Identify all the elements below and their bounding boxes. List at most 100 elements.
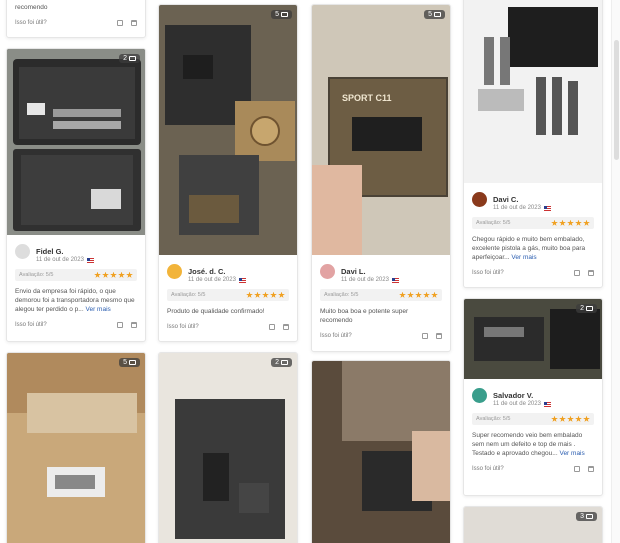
review-photo[interactable]: 5 [7,353,145,543]
review-text: Envio da empresa foi rápido, o que demor… [15,288,135,313]
safe-box-photo [159,5,297,255]
image-icon [129,56,136,61]
review-photo[interactable] [464,0,602,183]
reviewer-name: Salvador V. [493,390,534,400]
review-text: Chegou rápido e muito bem embalado, exce… [472,236,586,261]
helpful-label: Isso foi útil? [15,322,47,328]
photo-count-badge: 2 [271,358,292,367]
star-icon [559,415,566,422]
review-text: Super recomendo veio bem embalado sem ne… [472,432,585,457]
thumbs-up-icon[interactable] [117,20,123,26]
shooting-photo [312,361,450,543]
star-icon [567,415,574,422]
review-photo[interactable]: 3 [464,507,602,543]
star-icon [431,291,438,298]
review-date: 11 de out de 2023 [36,257,84,263]
star-icon [102,271,109,278]
avatar [15,243,30,259]
review-card-last[interactable]: 3 [463,506,603,543]
thumbs-down-icon[interactable] [131,20,137,26]
reviewer-name: José. d. C. [188,266,226,276]
helpful-label: Isso foi útil? [15,20,47,26]
rating-stars [551,219,590,227]
thumbs-down-icon[interactable] [588,270,594,276]
helpful-label: Isso foi útil? [320,333,352,339]
thumbs-down-icon[interactable] [436,333,442,339]
rating-label: Avaliação: 5/5 [19,272,54,278]
star-icon [415,291,422,298]
thumbs-up-icon[interactable] [269,324,275,330]
star-icon [567,219,574,226]
rating-bar: Avaliação: 5/5 [15,269,137,281]
flag-icon [86,257,94,263]
review-card-salvador[interactable]: 2 Salvador V. 11 de out de 2023 Avaliaçã… [463,298,603,496]
rating-label: Avaliação: 5/5 [324,292,359,298]
review-card-davi-l[interactable]: SPORT C11 5 Davi L. 11 de out de 2023 Av… [311,4,451,352]
review-card-shoot[interactable] [311,360,451,543]
review-date: 11 de out de 2023 [493,205,541,211]
flag-icon [543,401,551,407]
review-photo[interactable]: SPORT C11 5 [312,5,450,255]
see-more-link[interactable]: Ver mais [511,254,536,261]
star-icon [551,219,558,226]
rating-label: Avaliação: 5/5 [476,220,511,226]
star-icon [118,271,125,278]
star-icon [423,291,430,298]
flag-icon [543,205,551,211]
review-card-jose[interactable]: 5 José. d. C. 11 de out de 2023 Avaliaçã… [158,4,298,342]
reviewer-name: Davi L. [341,266,366,276]
black-case-photo [159,353,297,543]
reviewer-name: Fidel G. [36,246,64,256]
review-photo[interactable]: 2 [464,299,602,379]
scrollbar[interactable] [611,0,620,543]
star-icon [246,291,253,298]
avatar [472,387,487,403]
review-text: recomendo [15,4,48,11]
star-icon [575,219,582,226]
star-icon [278,291,285,298]
review-card-fidel[interactable]: 2 Fidel G. 11 de out de 2023 Avaliação: … [6,48,146,342]
thumbs-down-icon[interactable] [283,324,289,330]
photo-count-badge: 2 [119,54,140,63]
avatar [472,191,487,207]
avatar [167,263,182,279]
star-icon [262,291,269,298]
review-photo[interactable] [312,361,450,543]
image-icon [281,360,288,365]
thumbs-up-icon[interactable] [117,322,123,328]
review-card-case[interactable]: 2 [158,352,298,543]
image-icon [586,514,593,519]
image-icon [129,360,136,365]
rating-stars [246,291,285,299]
see-more-link[interactable]: Ver mais [85,306,110,313]
rating-label: Avaliação: 5/5 [476,416,511,422]
package-photo [7,353,145,543]
pistol-accessories-photo [464,0,602,183]
rating-bar: Avaliação: 5/5 [472,413,594,425]
thumbs-up-icon[interactable] [574,270,580,276]
review-photo[interactable]: 5 [159,5,297,255]
star-icon [270,291,277,298]
scrollbar-thumb[interactable] [614,40,619,160]
photo-count-badge: 5 [119,358,140,367]
thumbs-down-icon[interactable] [131,322,137,328]
thumbs-down-icon[interactable] [588,466,594,472]
review-date: 11 de out de 2023 [493,401,541,407]
see-more-link[interactable]: Ver mais [559,450,584,457]
review-photo[interactable]: 2 [159,353,297,543]
rating-bar: Avaliação: 5/5 [167,289,289,301]
thumbs-up-icon[interactable] [574,466,580,472]
star-icon [254,291,261,298]
flag-icon [391,277,399,283]
image-icon [434,12,441,17]
review-date: 11 de out de 2023 [188,277,236,283]
flag-icon [238,277,246,283]
star-icon [399,291,406,298]
reviewer-name: Davi C. [493,194,519,204]
star-icon [583,415,590,422]
avatar [320,263,335,279]
review-card-davi-c[interactable]: Davi C. 11 de out de 2023 Avaliação: 5/5… [463,0,603,288]
review-card-box[interactable]: 5 [6,352,146,543]
thumbs-up-icon[interactable] [422,333,428,339]
review-photo[interactable]: 2 [7,49,145,235]
